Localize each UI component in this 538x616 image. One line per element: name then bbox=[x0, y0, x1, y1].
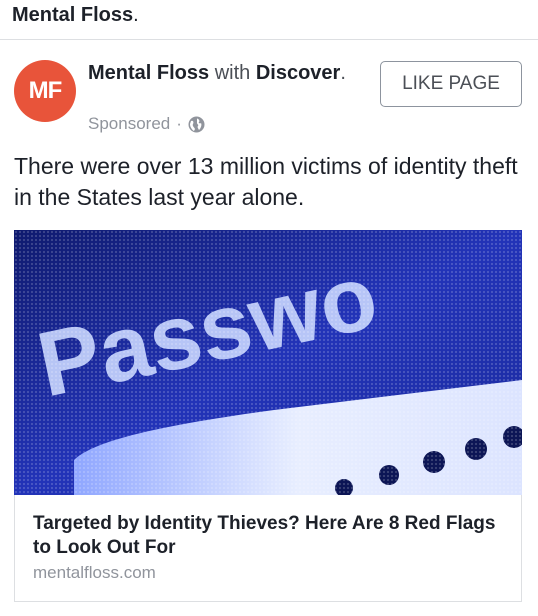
like-page-button-label: LIKE PAGE bbox=[402, 73, 500, 94]
post-message: There were over 13 million victims of id… bbox=[14, 153, 518, 210]
link-title[interactable]: Targeted by Identity Thieves? Here Are 8… bbox=[33, 512, 503, 560]
with-word: with bbox=[214, 62, 251, 84]
link-preview-card[interactable]: Passwo Targeted by Identity Thieves? Her… bbox=[14, 230, 522, 602]
page-avatar[interactable]: MF bbox=[14, 60, 76, 122]
link-preview-image[interactable]: Passwo bbox=[14, 230, 522, 495]
previous-post-strip: Mental Floss. bbox=[0, 0, 538, 40]
sponsored-label[interactable]: Sponsored bbox=[88, 114, 170, 134]
page-name-period: . bbox=[133, 4, 139, 26]
link-domain: mentalfloss.com bbox=[33, 563, 156, 582]
author-name[interactable]: Mental Floss bbox=[88, 62, 209, 84]
avatar-initials: MF bbox=[28, 77, 63, 104]
partner-period: . bbox=[340, 62, 346, 84]
page-name-text[interactable]: Mental Floss bbox=[12, 4, 133, 26]
partner-name[interactable]: Discover bbox=[256, 62, 341, 84]
post-meta: Sponsored · bbox=[88, 114, 205, 134]
sponsored-post: MF Mental Floss with Discover. Sponsored… bbox=[0, 40, 538, 616]
like-page-button[interactable]: LIKE PAGE bbox=[380, 61, 522, 107]
globe-icon bbox=[188, 116, 205, 133]
previous-post-page-name[interactable]: Mental Floss. bbox=[12, 4, 139, 27]
meta-separator: · bbox=[176, 114, 182, 133]
post-header: Mental Floss with Discover. bbox=[88, 60, 368, 86]
